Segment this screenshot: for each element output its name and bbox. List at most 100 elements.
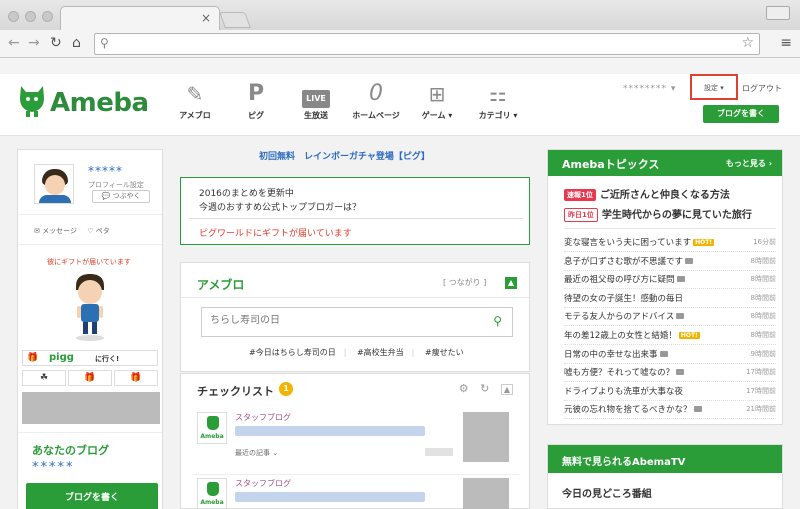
- ameba-mascot-icon[interactable]: [17, 84, 47, 118]
- gift-item[interactable]: 🎁: [68, 370, 112, 386]
- topic-item[interactable]: 待望の女の子誕生！感動の毎日 8時間前: [564, 290, 776, 308]
- nav-game[interactable]: ⊞ ゲーム ▾: [407, 82, 467, 121]
- blog-search-input[interactable]: [210, 315, 480, 326]
- gift-globe-icon: 🎁: [84, 373, 96, 383]
- gift-item[interactable]: ☘: [22, 370, 66, 386]
- notice-link[interactable]: 今週のおすすめ公式トップブロガーは？: [199, 200, 361, 213]
- list-item[interactable]: Ameba スタッフブログ: [193, 478, 519, 509]
- nav-ameblo[interactable]: ✎ アメブロ: [165, 82, 225, 121]
- nav-category[interactable]: ⚏ カテゴリ ▾: [468, 82, 528, 121]
- ameba-logo-icon: Ameba: [197, 412, 227, 444]
- refresh-icon[interactable]: ↻: [480, 382, 489, 395]
- topic-time: 8時間前: [750, 293, 776, 302]
- topic-title: 嘘も方便？それって嘘なの？: [564, 366, 685, 378]
- gift-row: ☘ 🎁 🎁: [22, 370, 158, 386]
- hashtag-link[interactable]: #痩せたい: [425, 348, 464, 357]
- settings-menu-button[interactable]: 設定 ▾: [690, 74, 738, 100]
- promo-link[interactable]: 初回無料 レインボーガチャ登場【ピグ】: [259, 149, 430, 162]
- back-icon[interactable]: ←: [8, 35, 20, 51]
- notice-link[interactable]: 2016のまとめを更新中: [199, 186, 294, 199]
- post-title[interactable]: [235, 426, 425, 436]
- topic-item[interactable]: 日常の中の幸せな出来事 9時間前: [564, 346, 776, 364]
- topic-title: 最近の祖父母の呼び方に疑問: [564, 273, 685, 285]
- home-icon[interactable]: ⌂: [72, 35, 81, 51]
- topic-time: 8時間前: [750, 256, 776, 265]
- topic-item[interactable]: 変な寝言をいう夫に困っています HOT! 16分前: [564, 234, 776, 252]
- write-blog-button[interactable]: ブログを書く: [703, 105, 779, 123]
- avatar[interactable]: [34, 164, 74, 204]
- write-blog-button-left[interactable]: ブログを書く: [26, 483, 158, 509]
- topic-item[interactable]: 年の差12歳上の女性と結婚！ HOT! 8時間前: [564, 327, 776, 345]
- topics-header: Amebaトピックス もっと見る ›: [548, 150, 782, 176]
- gift-item[interactable]: 🎁: [114, 370, 158, 386]
- post-category[interactable]: スタッフブログ: [235, 412, 291, 423]
- topic-item[interactable]: モテる友人からのアドバイス 8時間前: [564, 308, 776, 327]
- forward-icon[interactable]: →: [28, 35, 40, 51]
- topic-item[interactable]: 息子が口ずさむ歌が不思議です 8時間前: [564, 253, 776, 271]
- topic-title: 息子が口ずさむ歌が不思議です: [564, 255, 694, 267]
- topic-time: 17時間前: [746, 368, 776, 377]
- minimize-window-button[interactable]: [25, 11, 36, 22]
- tab-close-icon[interactable]: ×: [201, 11, 211, 25]
- your-blog-title[interactable]: あなたのブログ: [32, 442, 109, 458]
- hashtag-link[interactable]: #今日はちらし寿司の日: [249, 348, 336, 357]
- pigg-banner[interactable]: 🎁 pigg に行く!: [22, 350, 158, 366]
- nav-live[interactable]: LIVE 生放送: [286, 82, 346, 121]
- topic-item[interactable]: ドライブよりも洗車が大事な夜 17時間前: [564, 383, 776, 401]
- post-title[interactable]: [235, 492, 425, 502]
- close-window-button[interactable]: [8, 11, 19, 22]
- nav-pigg[interactable]: P ピグ: [226, 82, 286, 121]
- collapse-icon[interactable]: ▲: [500, 384, 513, 395]
- post-category[interactable]: スタッフブログ: [235, 478, 291, 489]
- gift-notice-link[interactable]: ピグワールドにギフトが届いています: [199, 226, 352, 239]
- maximize-window-button[interactable]: [42, 11, 53, 22]
- ranking-item[interactable]: 速報1位 ご近所さんと仲良くなる方法: [564, 186, 730, 201]
- search-icon[interactable]: ⚲: [493, 314, 502, 328]
- new-tab-button[interactable]: [219, 12, 251, 28]
- browser-menu-icon[interactable]: ≡: [780, 35, 792, 51]
- bookmark-star-icon[interactable]: ☆: [741, 35, 754, 51]
- speech-bubble-icon: 💬: [101, 192, 111, 200]
- logout-link[interactable]: ログアウト: [742, 83, 782, 94]
- topic-item[interactable]: 元彼の忘れ物を捨てるべきかな？ 21時間前: [564, 401, 776, 420]
- topics-title[interactable]: Amebaトピックス: [562, 156, 659, 172]
- category-icon: ⚏: [489, 82, 507, 106]
- recent-posts-toggle[interactable]: 最近の記事 ⌄: [235, 448, 278, 458]
- nav-homepage[interactable]: 0 ホームページ: [346, 82, 406, 121]
- profile-name[interactable]: *****: [88, 164, 123, 178]
- collapse-icon[interactable]: ▲: [505, 277, 517, 289]
- profile-settings-link[interactable]: プロフィール設定: [88, 180, 144, 190]
- topic-item[interactable]: 最近の祖父母の呼び方に疑問 8時間前: [564, 271, 776, 290]
- tsubuyaku-button[interactable]: 💬 つぶやく: [92, 190, 150, 203]
- post-thumbnail[interactable]: [463, 412, 509, 462]
- ameba-logo[interactable]: Ameba: [50, 88, 149, 118]
- user-menu[interactable]: ******** ▾: [623, 84, 676, 94]
- browser-tab[interactable]: ×: [60, 6, 220, 30]
- gift-notice[interactable]: 彼にギフトが届いています: [18, 257, 160, 267]
- pigg-avatar[interactable]: [70, 272, 110, 342]
- ameba-logo-icon: Ameba: [197, 478, 227, 509]
- post-thumbnail[interactable]: [463, 478, 509, 509]
- fullscreen-button[interactable]: [766, 6, 790, 20]
- ranking-item[interactable]: 昨日1位 学生時代からの夢に見ていた旅行: [564, 206, 752, 222]
- gear-icon[interactable]: ⚙: [459, 382, 469, 395]
- homepage-icon: 0: [369, 81, 383, 106]
- address-bar[interactable]: ⚲ ☆: [94, 33, 760, 55]
- ameblo-title[interactable]: アメブロ: [197, 276, 244, 293]
- abematv-title[interactable]: 無料で見られるAbemaTV: [562, 453, 685, 468]
- topic-item[interactable]: 嘘も方便？それって嘘なの？ 17時間前: [564, 364, 776, 383]
- reload-icon[interactable]: ↻: [50, 35, 62, 51]
- topics-more-link[interactable]: もっと見る ›: [726, 158, 772, 169]
- tsunagari-link[interactable]: [ つながり ]: [443, 277, 486, 288]
- list-item[interactable]: Ameba スタッフブログ 最近の記事 ⌄: [193, 412, 519, 468]
- topic-time: 8時間前: [750, 331, 776, 339]
- camera-icon: [676, 369, 685, 376]
- blog-name[interactable]: *****: [32, 460, 75, 475]
- gift-tool-icon: 🎁: [130, 373, 142, 383]
- hashtag-link[interactable]: #高校生弁当: [357, 348, 404, 357]
- peta-link[interactable]: ペタ: [96, 227, 110, 235]
- post-date: [425, 448, 453, 456]
- ad-banner[interactable]: [22, 392, 160, 424]
- message-link[interactable]: メッセージ: [42, 227, 77, 235]
- pigg-icon: P: [247, 81, 265, 106]
